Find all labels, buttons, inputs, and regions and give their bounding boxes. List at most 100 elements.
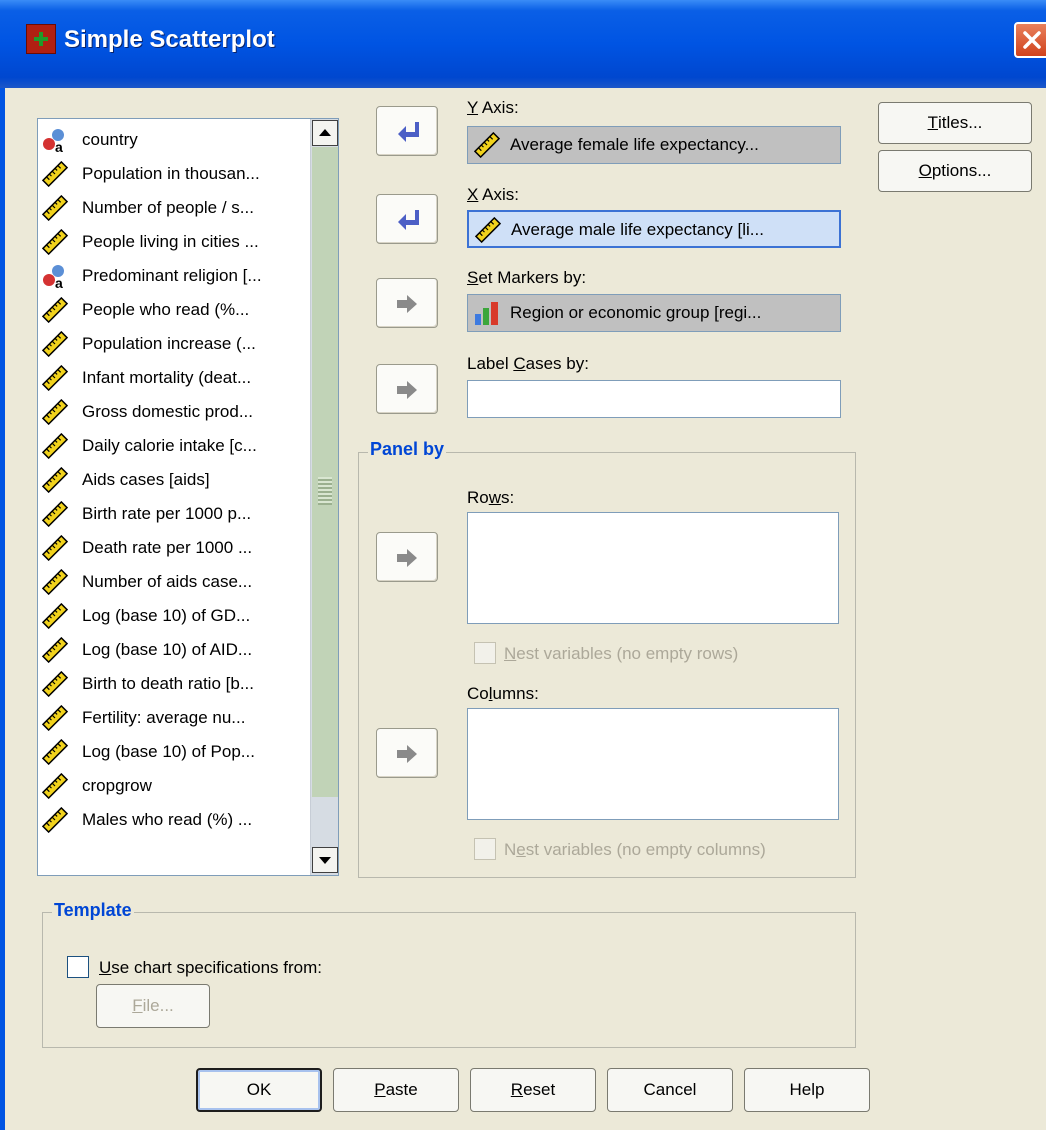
vertical-scrollbar[interactable] [310,119,338,875]
template-title: Template [52,900,134,921]
arrow-left-return-icon [398,122,419,142]
triangle-up-icon [319,129,331,136]
ok-button[interactable]: OK [196,1068,322,1112]
nest-columns-checkbox[interactable] [474,838,496,860]
use-chart-spec-checkbox[interactable] [67,956,89,978]
reset-button[interactable]: Reset [470,1068,596,1112]
y-axis-label: Y Axis: [467,98,519,117]
list-item-label: Death rate per 1000 ... [82,538,253,557]
list-item-label: Population increase (... [82,334,256,353]
file-button[interactable]: File... [96,984,210,1028]
scale-ruler-icon [42,535,68,561]
arrow-right-icon [397,549,417,567]
scroll-up-button[interactable] [312,120,338,146]
columns-field[interactable] [467,708,839,820]
scale-ruler-icon [42,297,68,323]
scale-ruler-icon [42,195,68,221]
nominal-bars-icon [475,302,498,325]
cancel-button[interactable]: Cancel [607,1068,733,1112]
move-to-rows-button[interactable] [376,532,438,582]
list-item[interactable]: Males who read (%) ... [40,803,310,837]
window-frame [0,88,5,1130]
label-cases-field[interactable] [467,380,841,418]
list-item[interactable]: Birth to death ratio [b... [40,667,310,701]
list-item[interactable]: a country [40,123,310,157]
variable-list[interactable]: a country Population in thousan... Numbe… [37,118,339,876]
list-item-label: Gross domestic prod... [82,402,254,421]
nest-rows-checkbox[interactable] [474,642,496,664]
list-item[interactable]: Infant mortality (deat... [40,361,310,395]
move-to-y-axis-button[interactable] [376,106,438,156]
close-icon [1023,31,1041,49]
triangle-down-icon [319,857,331,864]
list-item-label: People who read (%... [82,300,250,319]
scale-ruler-icon [42,739,68,765]
list-item[interactable]: Fertility: average nu... [40,701,310,735]
list-item-label: Infant mortality (deat... [82,368,252,387]
list-item[interactable]: Birth rate per 1000 p... [40,497,310,531]
scale-ruler-icon [475,217,501,243]
svg-text:a: a [55,275,63,289]
panel-by-title: Panel by [368,439,447,460]
list-item-label: Fertility: average nu... [82,708,246,727]
title-bar: Simple Scatterplot [0,0,1046,88]
move-to-set-markers-button[interactable] [376,278,438,328]
list-item-label: Number of aids case... [82,572,253,591]
use-chart-spec-label: Use chart specifications from: [99,958,322,977]
list-item[interactable]: Daily calorie intake [c... [40,429,310,463]
scale-ruler-icon [42,399,68,425]
scroll-thumb[interactable] [312,147,338,797]
scale-ruler-icon [42,671,68,697]
move-to-x-axis-button[interactable] [376,194,438,244]
scale-ruler-icon [42,603,68,629]
list-item[interactable]: Number of people / s... [40,191,310,225]
arrow-left-return-icon [398,210,419,230]
list-item-label: People living in cities ... [82,232,259,251]
scroll-down-button[interactable] [312,847,338,873]
rows-label: Rows: [467,488,515,507]
list-item[interactable]: Log (base 10) of AID... [40,633,310,667]
close-button[interactable] [1014,22,1046,58]
options-button[interactable]: Options... [878,150,1032,192]
list-item[interactable]: People who read (%... [40,293,310,327]
list-item-label: Predominant religion [... [82,266,262,285]
list-item-label: Population in thousan... [82,164,260,183]
list-item[interactable]: Aids cases [aids] [40,463,310,497]
list-item[interactable]: Number of aids case... [40,565,310,599]
columns-label: Columns: [467,684,539,703]
list-item-label: Log (base 10) of GD... [82,606,251,625]
scale-ruler-icon [42,705,68,731]
list-item[interactable]: People living in cities ... [40,225,310,259]
y-axis-field[interactable]: Average female life expectancy... [467,126,841,164]
x-axis-value: Average male life expectancy [li... [511,220,764,239]
list-item-label: Birth rate per 1000 p... [82,504,252,523]
nest-rows-label: Nest variables (no empty rows) [504,644,739,663]
scale-ruler-icon [42,773,68,799]
paste-button[interactable]: Paste [333,1068,459,1112]
help-button[interactable]: Help [744,1068,870,1112]
rows-field[interactable] [467,512,839,624]
set-markers-field[interactable]: Region or economic group [regi... [467,294,841,332]
list-item-label: Daily calorie intake [c... [82,436,257,455]
list-item-label: Log (base 10) of AID... [82,640,253,659]
list-item-label: cropgrow [82,776,152,795]
move-to-columns-button[interactable] [376,728,438,778]
titles-button[interactable]: Titles... [878,102,1032,144]
scale-ruler-icon [42,229,68,255]
move-to-label-cases-button[interactable] [376,364,438,414]
x-axis-field[interactable]: Average male life expectancy [li... [467,210,841,248]
list-item[interactable]: Log (base 10) of GD... [40,599,310,633]
list-item[interactable]: Population increase (... [40,327,310,361]
list-item-label: Birth to death ratio [b... [82,674,254,693]
scale-ruler-icon [42,331,68,357]
arrow-right-icon [397,295,417,313]
set-markers-label: Set Markers by: [467,268,587,287]
list-item[interactable]: cropgrow [40,769,310,803]
nominal-string-icon: a [43,129,64,153]
list-item-label: country [82,130,138,149]
list-item[interactable]: Log (base 10) of Pop... [40,735,310,769]
list-item[interactable]: a Predominant religion [... [40,259,310,293]
list-item[interactable]: Death rate per 1000 ... [40,531,310,565]
list-item[interactable]: Population in thousan... [40,157,310,191]
list-item[interactable]: Gross domestic prod... [40,395,310,429]
